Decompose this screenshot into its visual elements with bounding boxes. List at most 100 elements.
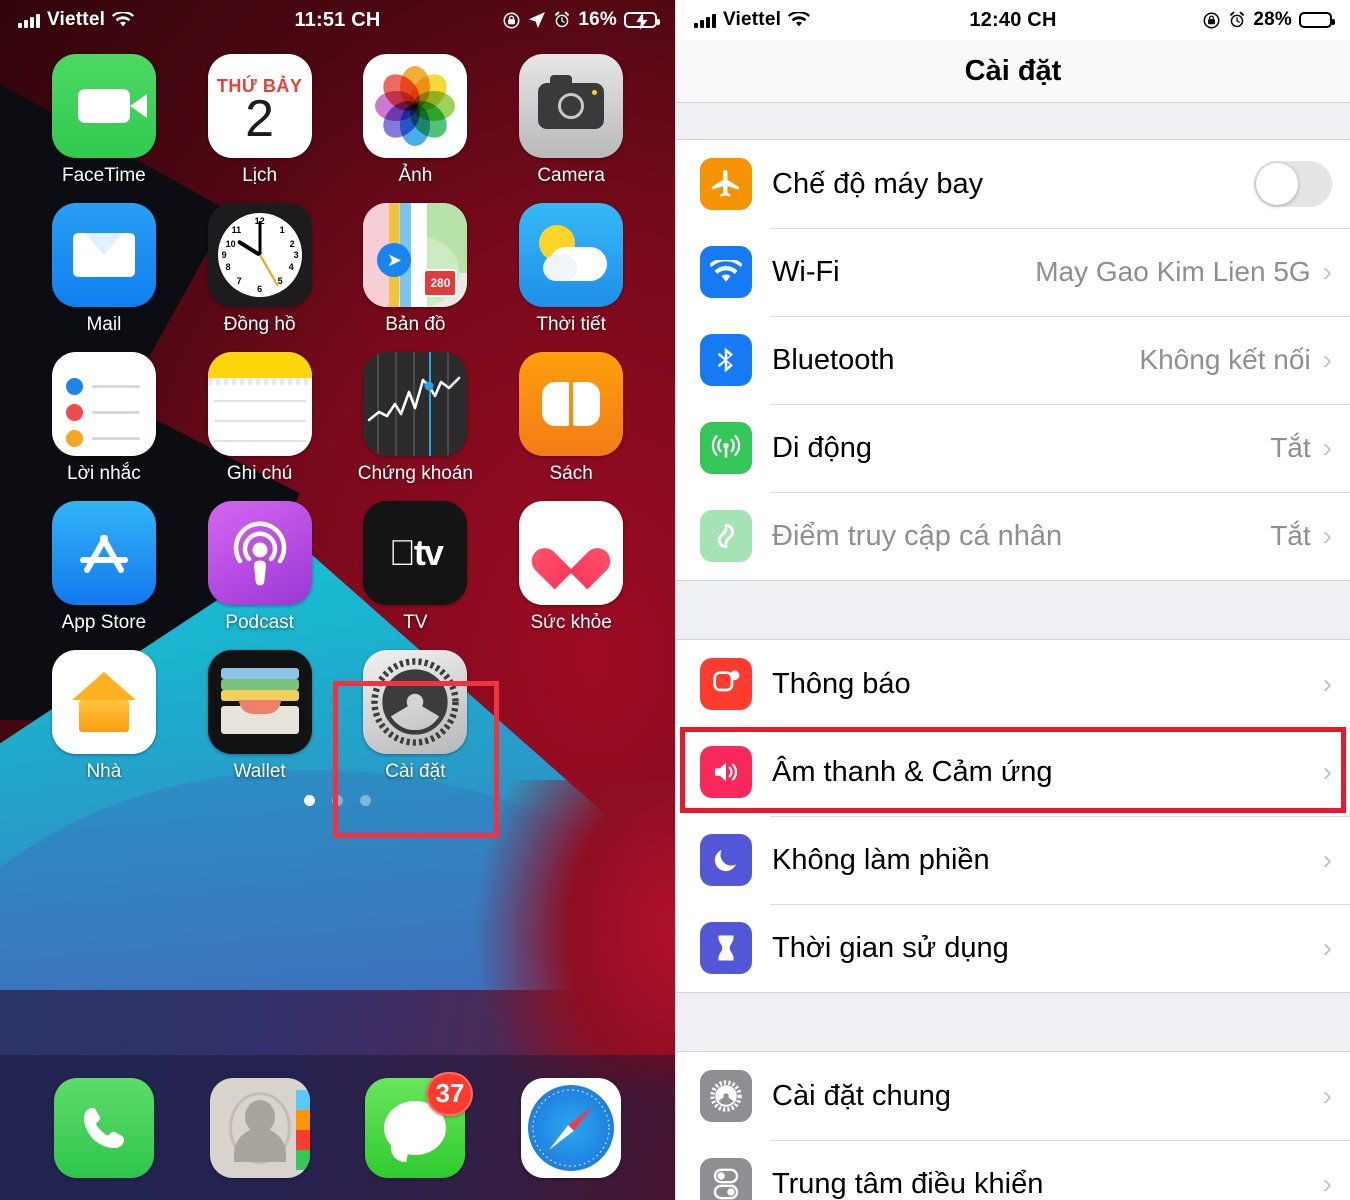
calendar-icon: THỨ BẢY 2 xyxy=(207,54,312,158)
settings-row-sounds-haptics[interactable]: Âm thanh & Cảm ứng › xyxy=(676,728,1350,816)
airplane-mode-toggle[interactable] xyxy=(1254,161,1332,207)
podcasts-icon xyxy=(207,501,312,605)
chevron-right-icon: › xyxy=(1322,344,1332,375)
app-label: Mail xyxy=(86,314,122,335)
chevron-right-icon: › xyxy=(1322,756,1332,787)
settings-row-wifi[interactable]: Wi-Fi May Gao Kim Lien 5G › xyxy=(676,228,1350,316)
facetime-icon xyxy=(51,54,156,158)
cellular-icon xyxy=(700,422,752,474)
app-photos[interactable]: Ảnh xyxy=(350,54,480,187)
page-dot-1[interactable] xyxy=(304,795,315,806)
app-notes[interactable]: Ghi chú xyxy=(195,352,325,485)
contacts-icon[interactable] xyxy=(209,1077,310,1178)
row-label: Chế độ máy bay xyxy=(772,167,984,200)
app-maps[interactable]: ➤ 280 Bản đồ xyxy=(350,203,480,336)
app-weather[interactable]: Thời tiết xyxy=(506,203,636,336)
messages-icon[interactable]: 37 xyxy=(365,1071,474,1178)
row-label: Wi-Fi xyxy=(772,255,840,288)
safari-compass-icon[interactable] xyxy=(521,1077,622,1178)
app-apple-tv[interactable]: tv TV xyxy=(350,501,480,634)
app-label: Lịch xyxy=(242,165,278,186)
app-label: Bản đồ xyxy=(385,314,446,335)
settings-row-personal-hotspot[interactable]: Điểm truy cập cá nhân Tắt › xyxy=(676,492,1350,580)
app-podcasts[interactable]: Podcast xyxy=(195,501,325,634)
app-camera[interactable]: Camera xyxy=(506,54,636,187)
dock: 37 xyxy=(0,1055,675,1200)
route-badge: 280 xyxy=(423,269,458,297)
status-bar-left: Viettel xyxy=(694,9,811,31)
row-label: Bluetooth xyxy=(772,343,895,376)
app-label: Podcast xyxy=(225,612,294,633)
row-label: Không làm phiền xyxy=(772,843,990,876)
app-label: Camera xyxy=(537,165,605,186)
alarm-clock-icon xyxy=(553,11,571,29)
home-status-bar: Viettel 11:51 CH 16% xyxy=(0,0,675,40)
row-label: Thông báo xyxy=(772,667,911,700)
row-label: Di động xyxy=(772,431,872,464)
settings-row-notifications[interactable]: Thông báo › xyxy=(676,640,1350,728)
app-clock[interactable]: 12 3 6 9 11 1 2 4 5 7 8 10 Đồng hồ xyxy=(195,203,325,336)
row-value: May Gao Kim Lien 5G xyxy=(1035,256,1311,287)
app-app-store[interactable]: App Store xyxy=(39,501,169,634)
app-health[interactable]: Sức khỏe xyxy=(506,501,636,634)
settings-row-general[interactable]: Cài đặt chung › xyxy=(676,1052,1350,1140)
health-icon xyxy=(519,501,624,605)
wifi-icon xyxy=(112,12,135,28)
row-label: Trung tâm điều khiển xyxy=(772,1167,1044,1200)
wifi-icon xyxy=(788,12,811,28)
battery-percent-label: 16% xyxy=(578,9,617,30)
app-grid: FaceTime THỨ BẢY 2 Lịch Ảnh Camera Mail … xyxy=(0,40,675,783)
settings-screen: Viettel 12:40 CH 28% Cài đặt Chế độ máy … xyxy=(675,0,1350,1200)
section-gap-top xyxy=(676,102,1350,140)
page-indicator[interactable] xyxy=(0,795,675,806)
weather-icon xyxy=(519,203,624,307)
app-calendar[interactable]: THỨ BẢY 2 Lịch xyxy=(195,54,325,187)
settings-row-do-not-disturb[interactable]: Không làm phiền › xyxy=(676,816,1350,904)
settings-row-airplane-mode[interactable]: Chế độ máy bay xyxy=(676,140,1350,228)
chevron-right-icon: › xyxy=(1322,932,1332,963)
row-label: Âm thanh & Cảm ứng xyxy=(772,755,1053,788)
sounds-haptics-icon xyxy=(700,746,752,798)
app-settings[interactable]: Cài đặt xyxy=(350,650,480,783)
app-label: Thời tiết xyxy=(536,314,606,335)
settings-row-control-center[interactable]: Trung tâm điều khiển › xyxy=(676,1140,1350,1200)
app-home[interactable]: Nhà xyxy=(39,650,169,783)
photos-icon xyxy=(363,54,468,158)
chevron-right-icon: › xyxy=(1322,432,1332,463)
app-mail[interactable]: Mail xyxy=(39,203,169,336)
phone-icon[interactable] xyxy=(53,1077,154,1178)
app-label: Sức khỏe xyxy=(530,612,612,633)
mail-icon xyxy=(51,203,156,307)
maps-icon: ➤ 280 xyxy=(363,203,468,307)
location-arrow-icon xyxy=(528,11,546,29)
app-label: Nhà xyxy=(86,761,122,782)
app-wallet[interactable]: Wallet xyxy=(195,650,325,783)
app-label: Sách xyxy=(549,463,593,484)
alarm-clock-icon xyxy=(1228,11,1246,29)
row-value: Tắt xyxy=(1270,432,1311,463)
rotation-lock-icon xyxy=(1202,11,1221,30)
notifications-icon xyxy=(700,658,752,710)
cellular-signal-icon xyxy=(694,13,716,28)
chevron-right-icon: › xyxy=(1322,844,1332,875)
page-dot-2[interactable] xyxy=(332,795,343,806)
do-not-disturb-moon-icon xyxy=(700,834,752,886)
chevron-right-icon: › xyxy=(1322,256,1332,287)
page-title: Cài đặt xyxy=(964,54,1062,87)
app-label: TV xyxy=(403,612,428,633)
app-label: App Store xyxy=(61,612,147,633)
app-books[interactable]: Sách xyxy=(506,352,636,485)
settings-row-screen-time[interactable]: Thời gian sử dụng › xyxy=(676,904,1350,992)
settings-row-cellular[interactable]: Di động Tắt › xyxy=(676,404,1350,492)
control-center-toggles-icon xyxy=(700,1158,752,1200)
carrier-name: Viettel xyxy=(723,9,782,30)
reminders-icon xyxy=(51,352,156,456)
app-reminders[interactable]: Lời nhắc xyxy=(39,352,169,485)
app-stocks[interactable]: Chứng khoán xyxy=(350,352,480,485)
app-label: Đồng hồ xyxy=(223,314,296,335)
settings-row-bluetooth[interactable]: Bluetooth Không kết nối › xyxy=(676,316,1350,404)
page-dot-3[interactable] xyxy=(360,795,371,806)
app-facetime[interactable]: FaceTime xyxy=(39,54,169,187)
settings-nav-bar: Cài đặt xyxy=(676,40,1350,102)
home-screen: Viettel 11:51 CH 16% FaceTime THỨ BẢY 2 … xyxy=(0,0,675,1200)
